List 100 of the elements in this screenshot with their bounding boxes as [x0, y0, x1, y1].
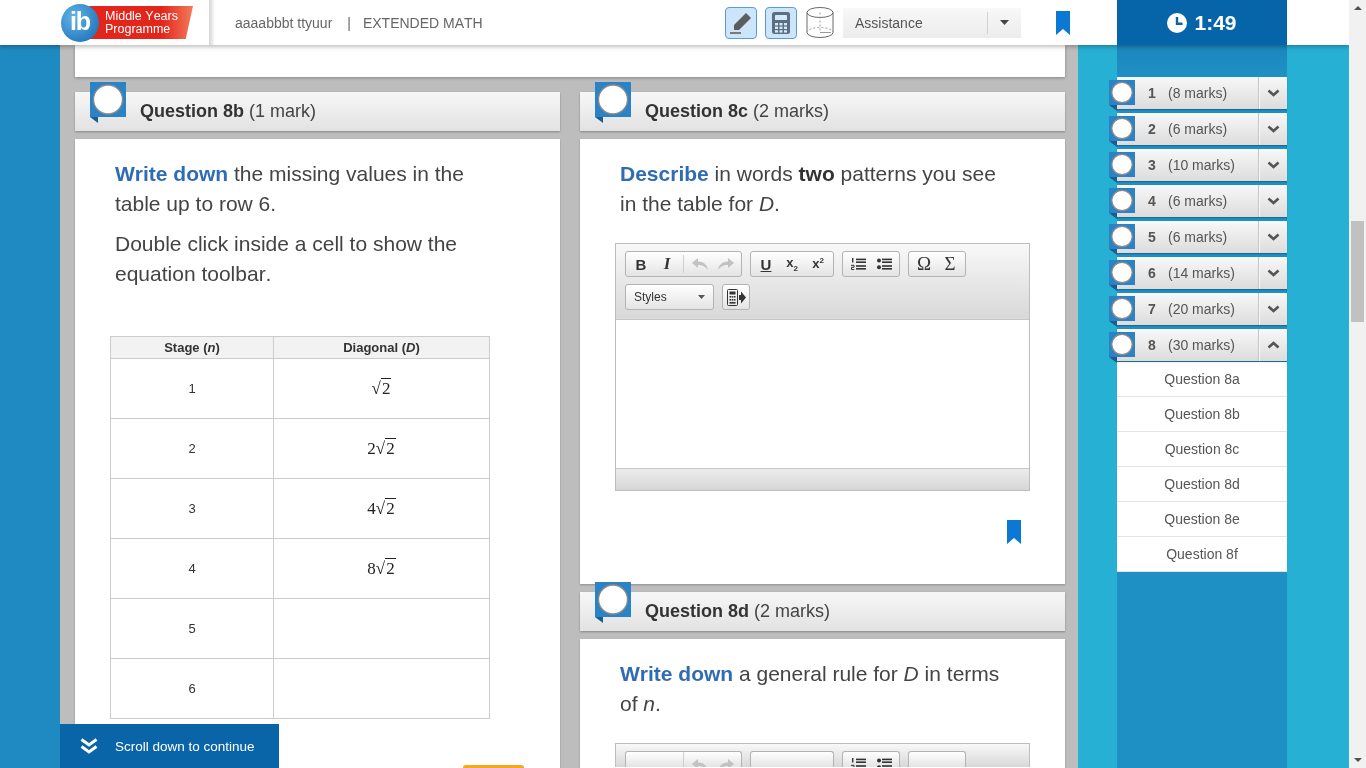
question-group-item[interactable]: 6 (14 marks) [1117, 257, 1287, 289]
table-cell: 1 [110, 358, 274, 419]
circle-tab-icon [1109, 188, 1135, 219]
circle-tab-icon [595, 82, 631, 123]
question-title: Question 8b (1 mark) [140, 101, 316, 122]
assistance-dropdown[interactable]: Assistance [843, 7, 1021, 38]
answer-field[interactable] [273, 598, 490, 659]
caret-icon [1000, 20, 1009, 25]
subquestion-link[interactable]: Question 8f [1117, 537, 1287, 572]
bold-button[interactable]: B [628, 252, 654, 276]
calculator-button[interactable] [765, 6, 797, 39]
column-header: Stage (n) [110, 336, 274, 359]
circle-tab-icon [1109, 260, 1135, 291]
group-marks: (6 marks) [1168, 121, 1228, 137]
formula-editor-button[interactable] [722, 284, 750, 310]
group-marks: (30 marks) [1168, 337, 1235, 353]
group-marks: (8 marks) [1168, 85, 1228, 101]
bookmark-icon[interactable] [1056, 10, 1070, 35]
toolbar-group [908, 751, 966, 767]
column-header: Diagonal (D) [273, 336, 490, 359]
question-group-item[interactable]: 4 (6 marks) [1117, 185, 1287, 217]
table-cell: 5 [110, 598, 274, 659]
pen-icon [730, 11, 752, 34]
table-cell: 2√2 [273, 418, 490, 479]
question-group-item[interactable]: 5 (6 marks) [1117, 221, 1287, 253]
table-cell: 6 [110, 658, 274, 719]
answer-field[interactable] [273, 658, 490, 719]
circle-tab-icon [1109, 116, 1135, 147]
bullet-list-icon [876, 258, 892, 270]
subject-title: EXTENDED MATH [362, 14, 483, 31]
question-title: Question 8d (2 marks) [645, 601, 830, 622]
subquestion-link[interactable]: Question 8c [1117, 432, 1287, 467]
undo-arrow-icon [692, 258, 708, 270]
question-text: Double click inside a cell to show the equation toolbar. [115, 231, 458, 287]
scroll-down-button[interactable]: Scroll down to continue [60, 724, 279, 768]
underline-button[interactable]: U [753, 252, 779, 276]
circle-tab-icon [1109, 80, 1135, 111]
subscript-button[interactable]: x$_{2}$ [779, 252, 805, 276]
group-number: 3 [1148, 157, 1157, 173]
pen-tool-button[interactable] [725, 6, 757, 39]
group-number: 1 [1148, 85, 1157, 101]
circle-tab-icon [1109, 296, 1135, 327]
group-marks: (6 marks) [1168, 193, 1228, 209]
calculator-arrow-icon [726, 288, 746, 306]
timer-text: 1:49 [1194, 10, 1237, 35]
question-group-item[interactable]: 2 (6 marks) [1117, 113, 1287, 145]
subquestion-link[interactable]: Question 8d [1117, 467, 1287, 502]
group-number: 6 [1148, 265, 1157, 281]
group-number: 8 [1148, 337, 1157, 353]
table-cell: 4 [110, 538, 274, 599]
table-cell: 2 [110, 418, 274, 479]
group-number: 5 [1148, 229, 1157, 245]
cylinder-icon [806, 7, 834, 38]
group-marks: (20 marks) [1168, 301, 1235, 317]
table-cell: 8√2 [273, 538, 490, 599]
table-cell: 3 [110, 478, 274, 539]
group-number: 7 [1148, 301, 1157, 317]
table-cell: 4√2 [273, 478, 490, 539]
superscript-button[interactable]: x$^{2}$ [805, 252, 831, 276]
bookmark-icon[interactable] [1007, 520, 1021, 544]
redo-arrow-icon [718, 258, 734, 270]
numbered-list-icon [850, 758, 866, 767]
bullet-list-icon [876, 758, 892, 767]
group-marks: (6 marks) [1168, 229, 1228, 245]
clock-icon [1167, 12, 1188, 33]
circle-tab-icon [90, 82, 126, 123]
symbol-button[interactable]: Σ [937, 252, 963, 276]
symbol-button[interactable]: Ω [911, 252, 937, 276]
question-group-item[interactable]: 3 (10 marks) [1117, 149, 1287, 181]
table-cell: √2 [273, 358, 490, 419]
logo-ribbon: Middle Years Programme [89, 6, 193, 39]
question-text: Write down a general rule for D in terms of n. [620, 661, 1001, 717]
double-chevron-down-icon [80, 738, 98, 754]
user-name: aaaabbbt ttyuur [235, 14, 333, 31]
question-group-item[interactable]: 8 (30 marks) [1117, 329, 1287, 361]
caret-icon [698, 295, 705, 299]
circle-tab-icon [1109, 152, 1135, 183]
question-group-item[interactable]: 7 (20 marks) [1117, 293, 1287, 325]
down-arrow-icon[interactable] [1353, 758, 1362, 762]
header-separator: | [347, 14, 351, 31]
logo-mark: ib [61, 3, 99, 42]
italic-button[interactable]: I [654, 252, 680, 276]
group-number: 4 [1148, 193, 1157, 209]
question-text: Write down the missing values in the table up to row 6. [115, 161, 465, 217]
numbered-list-icon [850, 258, 866, 270]
cylinder-tool-button[interactable] [805, 6, 835, 39]
group-marks: (10 marks) [1168, 157, 1235, 173]
calculator-icon [772, 11, 790, 34]
group-marks: (14 marks) [1168, 265, 1235, 281]
subquestion-link[interactable]: Question 8e [1117, 502, 1287, 537]
up-arrow-icon[interactable] [1353, 6, 1362, 10]
scrollbar-thumb[interactable] [1351, 221, 1364, 322]
question-title: Question 8c (2 marks) [645, 101, 830, 122]
styles-dropdown[interactable]: Styles [625, 284, 714, 310]
subquestion-link[interactable]: Question 8a [1117, 362, 1287, 397]
subquestion-link[interactable]: Question 8b [1117, 397, 1287, 432]
circle-tab-icon [1109, 224, 1135, 255]
question-text: Describe in words two patterns you see in the table for D. [620, 161, 997, 217]
group-number: 2 [1148, 121, 1157, 137]
question-group-item[interactable]: 1 (8 marks) [1117, 77, 1287, 109]
